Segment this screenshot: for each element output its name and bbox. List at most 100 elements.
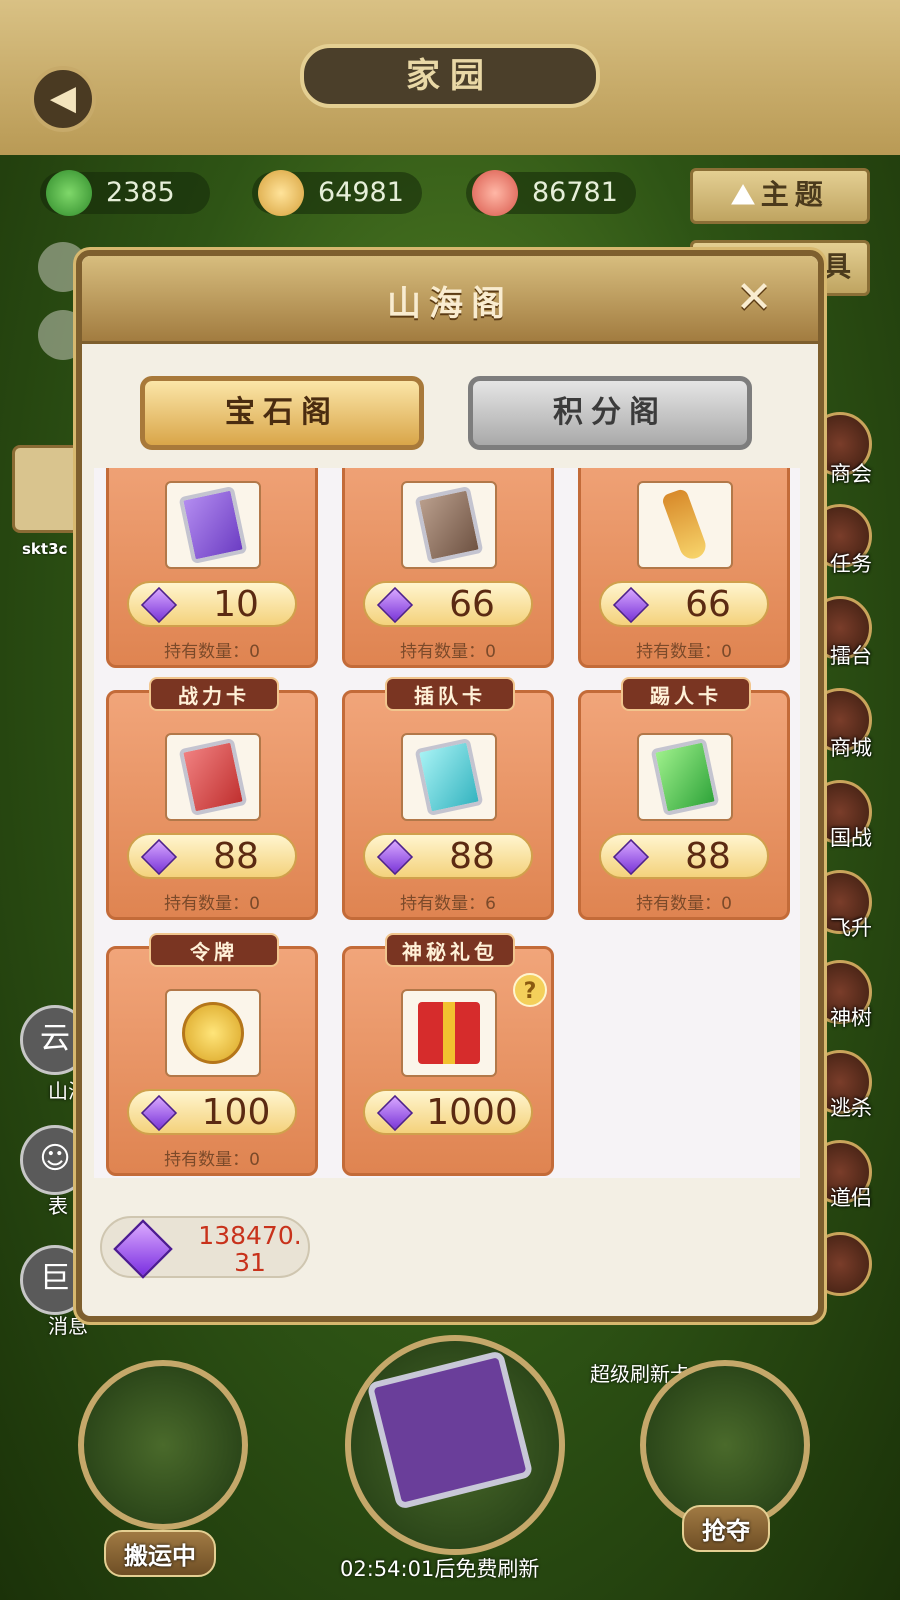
item-owned: 持有数量：0: [581, 889, 787, 914]
purple-gem-icon: [376, 838, 414, 876]
item-name: 踢人卡: [621, 677, 751, 711]
item-icon-frame: [401, 989, 497, 1077]
item-owned: 持有数量：0: [109, 637, 315, 662]
owned-label: 持有数量：: [636, 894, 722, 914]
cloud-icon: 云: [40, 1021, 70, 1056]
item-name: 神秘礼包: [385, 933, 515, 967]
price-tag: 100: [127, 1089, 297, 1135]
item-name: 插队卡: [385, 677, 515, 711]
owned-label: 持有数量：: [164, 1150, 250, 1170]
resource-jade: 2385: [40, 170, 210, 216]
gold-token-icon: [182, 1002, 244, 1064]
item-price: 66: [449, 584, 495, 625]
item-icon-frame: [401, 733, 497, 821]
item-owned: 持有数量：0: [581, 637, 787, 662]
item-name: 战力卡: [149, 677, 279, 711]
owned-label: 持有数量：: [636, 642, 722, 662]
item-price: 10: [213, 584, 259, 625]
item-price: 1000: [426, 1092, 518, 1133]
owned-label: 持有数量：: [400, 642, 486, 662]
carry-button[interactable]: [78, 1360, 248, 1530]
resource-gold: 64981: [252, 170, 422, 216]
message-icon: 巨: [40, 1261, 70, 1296]
owned-count: 0: [721, 894, 732, 914]
owned-count: 0: [249, 1150, 260, 1170]
hill-icon: ⛰: [731, 178, 755, 211]
close-icon[interactable]: ✕: [732, 276, 776, 322]
purple-gem-icon: [612, 586, 650, 624]
tab-gem-shop[interactable]: 宝石阁: [140, 376, 424, 450]
shop-grid: 10 持有数量：0 66 持有数量：0 66 持有数量：0 战力卡 88 持有数量：0 插队卡 88…: [94, 468, 800, 1178]
player-name: skt3c: [22, 540, 68, 558]
gift-box-icon: [418, 1002, 480, 1064]
shop-item[interactable]: 踢人卡 88 持有数量：0: [578, 677, 790, 920]
item-price: 88: [449, 836, 495, 877]
shop-item[interactable]: 令牌 100 持有数量：0: [106, 933, 318, 1176]
price-tag: 66: [599, 581, 769, 627]
item-icon-frame: [637, 481, 733, 569]
shop-item[interactable]: 66 持有数量：0: [578, 468, 790, 668]
item-owned: 持有数量：0: [345, 637, 551, 662]
shop-item[interactable]: 战力卡 88 持有数量：0: [106, 677, 318, 920]
resource-jade-value: 2385: [106, 177, 175, 208]
carry-label: 搬运中: [104, 1530, 216, 1577]
item-name: 令牌: [149, 933, 279, 967]
resource-peach: 86781: [466, 170, 636, 216]
shanhai-shop-modal: 山海阁 ✕ 宝石阁 积分阁 10 持有数量：0 66 持有数量：0 66 持有数量：0 战力…: [76, 250, 824, 1322]
owned-count: 0: [249, 642, 260, 662]
brown-card-icon: [414, 485, 484, 565]
price-tag: 1000: [363, 1089, 533, 1135]
purple-gem-icon: [376, 1094, 414, 1132]
item-price: 66: [685, 584, 731, 625]
owned-label: 持有数量：: [400, 894, 486, 914]
price-tag: 66: [363, 581, 533, 627]
item-price: 88: [685, 836, 731, 877]
tab-points-shop[interactable]: 积分阁: [468, 376, 752, 450]
left-menu-label-emote: 表: [48, 1194, 68, 1218]
gem-balance-value: 138470.31: [198, 1221, 302, 1277]
owned-count: 0: [721, 642, 732, 662]
item-owned: 持有数量：0: [109, 1145, 315, 1170]
gold-flower-icon: [258, 170, 304, 216]
item-icon-frame: [165, 481, 261, 569]
shop-item[interactable]: 66 持有数量：0: [342, 468, 554, 668]
theme-button[interactable]: ⛰ 主题: [690, 168, 870, 224]
purple-gem-icon: [140, 838, 178, 876]
rob-label: 抢夺: [682, 1505, 770, 1552]
price-tag: 88: [599, 833, 769, 879]
item-icon-frame: [165, 733, 261, 821]
owned-count: 6: [485, 894, 496, 914]
owned-label: 持有数量：: [164, 894, 250, 914]
item-icon-frame: [637, 733, 733, 821]
item-price: 100: [201, 1092, 271, 1133]
resource-peach-value: 86781: [532, 177, 618, 208]
modal-title: 山海阁: [387, 284, 513, 324]
smile-icon: ☺: [39, 1141, 71, 1176]
page-title: 家园: [300, 44, 600, 108]
resource-gold-value: 64981: [318, 177, 404, 208]
back-button[interactable]: ◀: [30, 66, 96, 132]
item-owned: 持有数量：6: [345, 889, 551, 914]
golden-shovel-icon: [660, 487, 710, 563]
price-tag: 88: [363, 833, 533, 879]
help-icon[interactable]: ?: [513, 973, 547, 1007]
price-tag: 10: [127, 581, 297, 627]
item-icon-frame: [401, 481, 497, 569]
shop-item[interactable]: 插队卡 88 持有数量：6: [342, 677, 554, 920]
avatar[interactable]: [12, 445, 86, 533]
modal-header: 山海阁 ✕: [82, 256, 818, 344]
shop-item[interactable]: 神秘礼包 1000?: [342, 933, 554, 1176]
owned-label: 持有数量：: [164, 642, 250, 662]
green-card-icon: [650, 737, 720, 817]
back-arrow-icon: ◀: [49, 78, 77, 118]
shop-item[interactable]: 10 持有数量：0: [106, 468, 318, 668]
purple-gem-icon: [113, 1219, 173, 1279]
owned-count: 0: [485, 642, 496, 662]
peach-icon: [472, 170, 518, 216]
red-card-icon: [178, 737, 248, 817]
price-tag: 88: [127, 833, 297, 879]
refresh-timer: 02:54:01后免费刷新: [340, 1557, 540, 1581]
gem-balance: 138470.31: [100, 1216, 310, 1279]
purple-gem-icon: [376, 586, 414, 624]
item-owned: 持有数量：0: [109, 889, 315, 914]
